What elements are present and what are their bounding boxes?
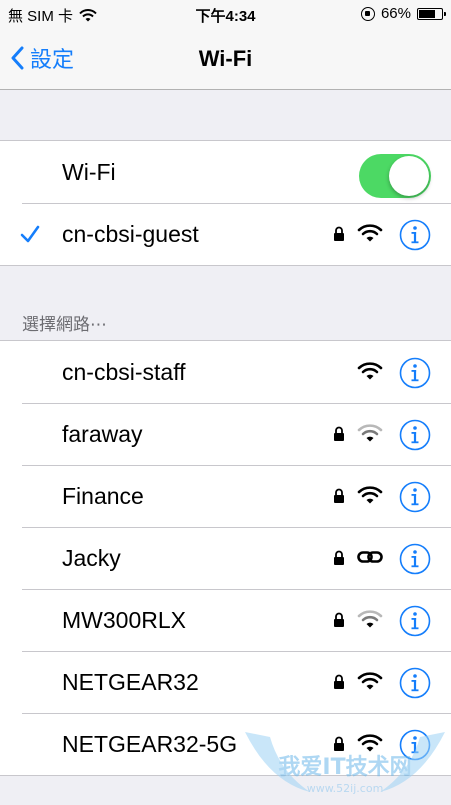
battery-percent: 66% [380, 5, 411, 22]
network-row[interactable]: Jacky [0, 527, 451, 589]
status-right: 66% [360, 5, 446, 22]
lock-icon [334, 488, 344, 503]
network-row[interactable]: MW300RLX [0, 589, 451, 651]
wifi-toggle-label: Wi-Fi [62, 158, 116, 185]
connected-network-row[interactable]: cn-cbsi-guest [0, 203, 451, 265]
lock-icon [334, 226, 344, 241]
wifi-icon-weak [357, 610, 383, 628]
page-title: Wi-Fi [198, 46, 253, 71]
lock-icon [334, 736, 344, 751]
network-row[interactable]: cn-cbsi-staff [0, 341, 451, 403]
wifi-toggle[interactable] [359, 154, 431, 198]
info-icon[interactable] [399, 605, 431, 637]
info-icon[interactable] [399, 481, 431, 513]
wifi-status-group: Wi-Fi cn-cbsi-guest [0, 140, 451, 266]
info-icon[interactable] [399, 419, 431, 451]
info-icon[interactable] [399, 667, 431, 699]
watermark-url: www.52ij.com [307, 782, 384, 795]
wifi-icon [357, 224, 383, 242]
info-icon[interactable] [399, 357, 431, 389]
battery-icon [417, 7, 446, 20]
network-list: cn-cbsi-staff faraway Finance Jacky MW300RLX… [0, 340, 451, 776]
network-name: Finance [62, 482, 144, 509]
network-name: cn-cbsi-staff [62, 358, 186, 385]
link-icon [357, 551, 383, 563]
wifi-icon [357, 362, 383, 380]
battery-fill [419, 9, 435, 18]
lock-icon [334, 550, 344, 565]
info-icon[interactable] [399, 219, 431, 251]
wifi-toggle-row: Wi-Fi [0, 141, 451, 203]
orientation-lock-icon [360, 6, 375, 21]
info-icon[interactable] [399, 543, 431, 575]
info-icon[interactable] [399, 729, 431, 761]
wifi-icon [357, 672, 383, 690]
section-header: 選擇網路⋯ [22, 315, 107, 334]
wifi-icon-weak [357, 424, 383, 442]
wifi-icon [357, 486, 383, 504]
connected-network-name: cn-cbsi-guest [62, 220, 199, 247]
wifi-icon [357, 734, 383, 752]
network-name: MW300RLX [62, 606, 186, 633]
network-row[interactable]: Finance [0, 465, 451, 527]
navigation-bar: 設定 Wi-Fi [0, 30, 451, 90]
lock-icon [334, 426, 344, 441]
network-row[interactable]: NETGEAR32-5G [0, 713, 451, 775]
network-name: Jacky [62, 544, 121, 571]
lock-icon [334, 612, 344, 627]
network-row[interactable]: NETGEAR32 [0, 651, 451, 713]
network-name: faraway [62, 420, 143, 447]
network-row[interactable]: faraway [0, 403, 451, 465]
status-bar: 無 SIM 卡 下午4:34 66% [0, 0, 451, 30]
checkmark-icon [20, 225, 40, 243]
lock-icon [334, 674, 344, 689]
network-name: NETGEAR32-5G [62, 730, 238, 757]
network-name: NETGEAR32 [62, 668, 199, 695]
toggle-knob [389, 156, 429, 196]
